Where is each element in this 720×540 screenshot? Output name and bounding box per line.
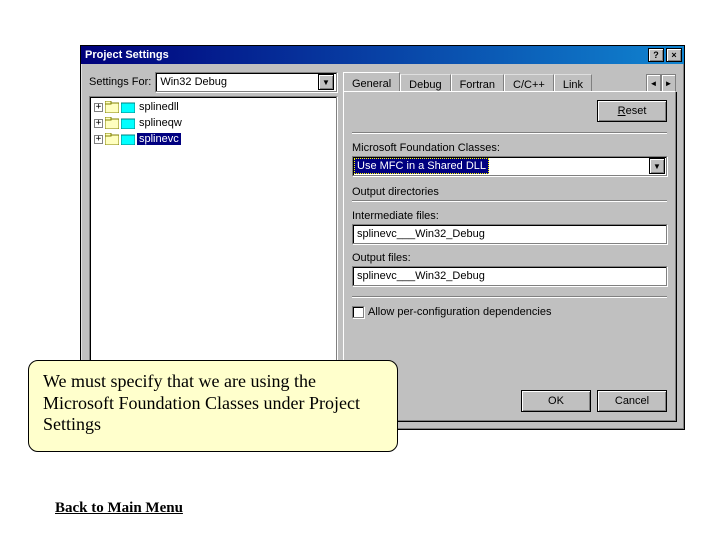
separator bbox=[352, 132, 667, 134]
output-dirs-label: Output directories bbox=[352, 186, 667, 198]
perconfig-checkbox[interactable] bbox=[352, 306, 364, 318]
tree-item-label: splinevc bbox=[137, 133, 181, 145]
tab-general[interactable]: General bbox=[343, 72, 400, 92]
intermediate-field[interactable]: splinevc___Win32_Debug bbox=[352, 224, 667, 244]
help-button[interactable]: ? bbox=[648, 48, 664, 62]
expand-icon[interactable]: + bbox=[94, 135, 103, 144]
close-icon: × bbox=[671, 51, 676, 60]
tab-cpp[interactable]: C/C++ bbox=[504, 74, 554, 92]
tree-item-label: splinedll bbox=[137, 101, 181, 113]
expand-icon[interactable]: + bbox=[94, 119, 103, 128]
settings-for-value: Win32 Debug bbox=[160, 76, 227, 88]
output-files-field[interactable]: splinevc___Win32_Debug bbox=[352, 266, 667, 286]
settings-for-label: Settings For: bbox=[89, 76, 151, 88]
tab-link[interactable]: Link bbox=[554, 74, 592, 92]
chevron-down-icon: ▼ bbox=[318, 74, 334, 90]
tree-item[interactable]: + splinedll bbox=[92, 99, 334, 115]
folder-icon bbox=[121, 101, 135, 113]
tab-scroll-left[interactable]: ◄ bbox=[646, 74, 661, 92]
tree-item[interactable]: + splineqw bbox=[92, 115, 334, 131]
chevron-down-icon: ▼ bbox=[649, 158, 665, 174]
separator bbox=[352, 200, 667, 202]
tab-row: General Debug Fortran C/C++ Link ◄ ► bbox=[343, 72, 676, 92]
titlebar: Project Settings ? × bbox=[81, 46, 684, 64]
callout-text: We must specify that we are using the Mi… bbox=[43, 371, 360, 434]
tree-item[interactable]: + splinevc bbox=[92, 131, 334, 147]
tab-fortran[interactable]: Fortran bbox=[451, 74, 504, 92]
help-icon: ? bbox=[653, 51, 659, 60]
perconfig-label: Allow per-configuration dependencies bbox=[368, 306, 551, 318]
separator bbox=[352, 296, 667, 298]
output-files-label: Output files: bbox=[352, 252, 667, 264]
reset-button[interactable]: Reset bbox=[597, 100, 667, 122]
expand-icon[interactable]: + bbox=[94, 103, 103, 112]
project-icon bbox=[105, 133, 119, 145]
tab-scroll-right[interactable]: ► bbox=[661, 74, 676, 92]
project-icon bbox=[105, 101, 119, 113]
back-to-main-menu-link[interactable]: Back to Main Menu bbox=[55, 500, 183, 517]
dialog-title: Project Settings bbox=[83, 49, 646, 61]
mfc-label: Microsoft Foundation Classes: bbox=[352, 142, 667, 154]
close-button[interactable]: × bbox=[666, 48, 682, 62]
project-icon bbox=[105, 117, 119, 129]
annotation-callout: We must specify that we are using the Mi… bbox=[28, 360, 398, 452]
folder-icon bbox=[121, 117, 135, 129]
tree-item-label: splineqw bbox=[137, 117, 184, 129]
folder-icon bbox=[121, 133, 135, 145]
cancel-button[interactable]: Cancel bbox=[597, 390, 667, 412]
intermediate-label: Intermediate files: bbox=[352, 210, 667, 222]
mfc-value: Use MFC in a Shared DLL bbox=[354, 158, 489, 174]
mfc-combo[interactable]: Use MFC in a Shared DLL ▼ bbox=[352, 156, 667, 176]
tab-debug[interactable]: Debug bbox=[400, 74, 450, 92]
settings-for-combo[interactable]: Win32 Debug ▼ bbox=[155, 72, 337, 92]
ok-button[interactable]: OK bbox=[521, 390, 591, 412]
